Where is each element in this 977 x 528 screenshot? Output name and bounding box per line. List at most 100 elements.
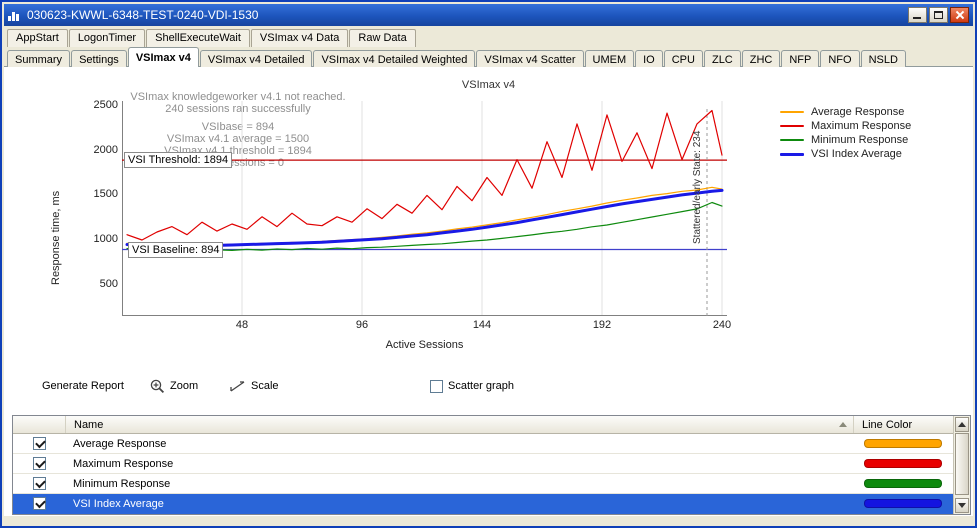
top-tab-raw-data[interactable]: Raw Data bbox=[349, 29, 416, 47]
maximize-icon bbox=[934, 11, 943, 19]
row-checkbox[interactable] bbox=[32, 497, 46, 510]
marker-label: Stattered/early State: 234 bbox=[692, 130, 703, 244]
x-tick-240: 240 bbox=[712, 319, 732, 331]
legend-swatch bbox=[780, 125, 804, 127]
scale-icon bbox=[230, 380, 245, 392]
line-color-header-label: Line Color bbox=[862, 418, 913, 431]
x-tick-192: 192 bbox=[592, 319, 612, 331]
top-tab-logontimer[interactable]: LogonTimer bbox=[68, 29, 146, 47]
app-window: 030623-KWWL-6348-TEST-0240-VDI-1530 AppS… bbox=[0, 0, 977, 528]
minimize-icon bbox=[913, 17, 921, 19]
tab-nsld[interactable]: NSLD bbox=[860, 50, 906, 67]
x-axis-label: Active Sessions bbox=[385, 339, 464, 351]
legend-label: Maximum Response bbox=[811, 120, 912, 132]
main-tab-strip: Summary Settings VSImax v4 VSImax v4 Detail… bbox=[7, 47, 907, 67]
row-color-swatch bbox=[864, 499, 942, 508]
name-header-label: Name bbox=[74, 418, 104, 431]
table-body: Average Response Maximum Response Minimum … bbox=[13, 434, 953, 514]
scale-label: Scale bbox=[251, 380, 279, 392]
row-checkbox-cell bbox=[13, 477, 65, 490]
scroll-thumb[interactable] bbox=[955, 433, 969, 495]
legend-item-minimum-response: Minimum Response bbox=[780, 133, 911, 147]
generate-report-button[interactable]: Generate Report bbox=[42, 377, 124, 395]
y-tick-2500: 2500 bbox=[93, 99, 118, 111]
row-checkbox-cell bbox=[13, 437, 65, 450]
tab-vsimax-v4-scatter[interactable]: VSImax v4 Scatter bbox=[476, 50, 584, 67]
row-name: Minimum Response bbox=[73, 477, 171, 490]
row-checkbox-cell bbox=[13, 457, 65, 470]
chart-panel: VSImax v4 VSImax knowledgeworker v4.1 no… bbox=[4, 66, 973, 516]
zoom-label: Zoom bbox=[170, 380, 199, 392]
row-checkbox[interactable] bbox=[32, 477, 46, 490]
row-color-cell bbox=[853, 439, 953, 448]
legend-label: VSI Index Average bbox=[811, 148, 902, 160]
table-row-minimum-response[interactable]: Minimum Response bbox=[13, 474, 953, 494]
top-tab-vsimax-v4-data[interactable]: VSImax v4 Data bbox=[250, 29, 349, 47]
table-row-vsi-index-average[interactable]: VSI Index Average bbox=[13, 494, 953, 514]
legend-swatch bbox=[780, 139, 804, 141]
close-icon bbox=[955, 10, 965, 20]
tab-vsimax-v4-detailed-weighted[interactable]: VSImax v4 Detailed Weighted bbox=[313, 50, 476, 67]
legend-label: Minimum Response bbox=[811, 134, 909, 146]
tab-settings[interactable]: Settings bbox=[71, 50, 127, 67]
row-name: VSI Index Average bbox=[73, 497, 164, 510]
tab-summary[interactable]: Summary bbox=[7, 50, 71, 67]
line-color-column-header[interactable]: Line Color bbox=[853, 416, 953, 433]
scroll-up-button[interactable] bbox=[955, 417, 969, 432]
top-tab-appstart[interactable]: AppStart bbox=[7, 29, 68, 47]
row-color-cell bbox=[853, 479, 953, 488]
top-tab-shellexecutewait[interactable]: ShellExecuteWait bbox=[146, 29, 250, 47]
y-tick-1000: 1000 bbox=[93, 233, 118, 246]
row-checkbox[interactable] bbox=[32, 457, 46, 470]
zoom-magnifier-icon bbox=[150, 379, 165, 393]
row-checkbox-cell bbox=[13, 497, 65, 510]
window-title: 030623-KWWL-6348-TEST-0240-VDI-1530 bbox=[27, 8, 259, 22]
tab-zlc[interactable]: ZLC bbox=[703, 50, 741, 67]
title-bar: 030623-KWWL-6348-TEST-0240-VDI-1530 bbox=[4, 4, 973, 26]
y-axis-label: Response time, ms bbox=[50, 190, 62, 286]
row-color-swatch bbox=[864, 479, 942, 488]
sort-asc-icon bbox=[839, 422, 847, 427]
threshold-label: VSI Threshold: 1894 bbox=[124, 152, 233, 168]
scatter-checkbox[interactable] bbox=[430, 379, 443, 393]
chart-plot bbox=[122, 101, 727, 316]
row-name: Average Response bbox=[73, 437, 167, 450]
scatter-label: Scatter graph bbox=[448, 380, 515, 392]
tab-umem[interactable]: UMEM bbox=[584, 50, 635, 67]
y-tick-2000: 2000 bbox=[93, 143, 118, 156]
row-name: Maximum Response bbox=[73, 457, 174, 470]
legend-item-average-response: Average Response bbox=[780, 105, 911, 119]
checkbox-column-header bbox=[13, 416, 66, 433]
legend-swatch bbox=[780, 152, 804, 156]
scroll-down-button[interactable] bbox=[955, 498, 969, 513]
zoom-button[interactable]: Zoom bbox=[150, 377, 198, 395]
y-tick-500: 500 bbox=[99, 277, 118, 290]
arrow-down-icon bbox=[958, 503, 966, 508]
tab-vsimax-v4-detailed[interactable]: VSImax v4 Detailed bbox=[199, 50, 313, 67]
tab-cpu[interactable]: CPU bbox=[663, 50, 703, 67]
tab-nfp[interactable]: NFP bbox=[781, 50, 820, 67]
row-checkbox[interactable] bbox=[32, 437, 46, 450]
legend-item-vsi-index-average: VSI Index Average bbox=[780, 147, 911, 161]
table-row-maximum-response[interactable]: Maximum Response bbox=[13, 454, 953, 474]
scale-button[interactable]: Scale bbox=[230, 377, 279, 395]
legend-swatch bbox=[780, 111, 804, 113]
name-column-header[interactable]: Name bbox=[66, 416, 853, 433]
scatter-graph-toggle[interactable]: Scatter graph bbox=[430, 377, 514, 395]
tab-vsimax-v4[interactable]: VSImax v4 bbox=[127, 47, 199, 67]
table-row-average-response[interactable]: Average Response bbox=[13, 434, 953, 454]
plot-svg bbox=[122, 101, 727, 316]
app-chart-icon bbox=[8, 9, 22, 21]
minimize-button[interactable] bbox=[908, 7, 927, 23]
tab-zhc[interactable]: ZHC bbox=[741, 50, 781, 67]
maximize-button[interactable] bbox=[929, 7, 948, 23]
x-tick-48: 48 bbox=[235, 319, 249, 331]
table-scrollbar[interactable] bbox=[953, 416, 970, 514]
tab-io[interactable]: IO bbox=[635, 50, 663, 67]
close-button[interactable] bbox=[950, 7, 969, 23]
chart-toolbar: Generate Report Zoom Scale Scatter graph bbox=[4, 377, 973, 399]
table-header: Name Line Color bbox=[13, 416, 953, 434]
chart-legend: Average Response Maximum Response Minimum … bbox=[780, 105, 911, 161]
tab-nfo[interactable]: NFO bbox=[820, 50, 860, 67]
legend-label: Average Response bbox=[811, 106, 905, 118]
